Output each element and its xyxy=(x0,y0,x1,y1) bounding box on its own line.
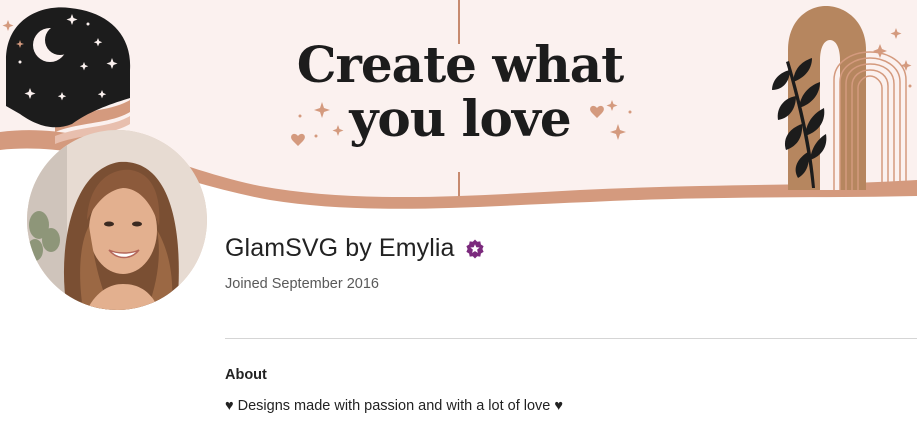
about-heading: About xyxy=(225,367,267,383)
avatar-photo xyxy=(27,130,207,310)
banner-headline-line1: Create what xyxy=(296,35,625,94)
star-seller-badge-icon[interactable] xyxy=(465,239,485,259)
section-divider xyxy=(225,338,917,339)
joined-date: Joined September 2016 xyxy=(225,276,379,292)
shop-profile-page: Create what you love GlamSVG by Emylia J… xyxy=(0,0,917,435)
banner-headline-line2: you love xyxy=(349,89,571,148)
shop-owner-avatar[interactable] xyxy=(27,130,207,310)
shop-name-row: GlamSVG by Emylia xyxy=(225,234,485,263)
banner-headline: Create what you love xyxy=(230,40,690,144)
about-text: ♥ Designs made with passion and with a l… xyxy=(225,398,564,414)
shop-name[interactable]: GlamSVG by Emylia xyxy=(225,234,455,263)
